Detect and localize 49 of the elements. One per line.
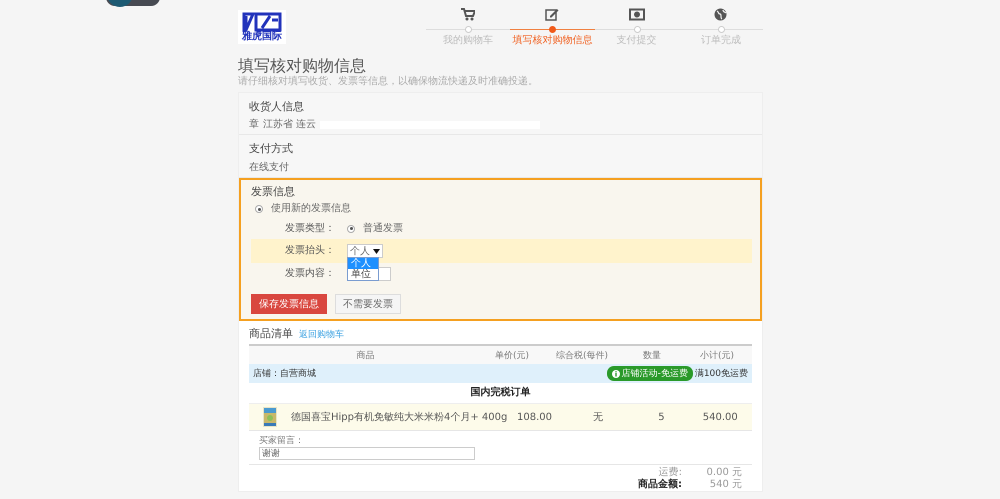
save-button[interactable]: 保存发票信息 bbox=[251, 294, 327, 314]
column-header: 小计(元) bbox=[698, 350, 736, 362]
radio-label: 普通发票 bbox=[363, 222, 403, 234]
table-cell-text: 108.00 bbox=[516, 412, 554, 422]
field-label: 发票内容： bbox=[285, 268, 336, 280]
globe-icon bbox=[714, 8, 728, 21]
cart-icon bbox=[461, 8, 476, 21]
banknote-icon bbox=[628, 8, 645, 21]
section-title: 商品清单 bbox=[249, 326, 293, 342]
column-header: 单价(元) bbox=[494, 350, 530, 362]
section-title: 发票信息 bbox=[251, 184, 296, 200]
product-name[interactable]: 德国喜宝Hipp有机免敏纯大米米粉4个月+ 400g bbox=[291, 410, 508, 424]
logo-mark-icon bbox=[242, 12, 282, 32]
column-header: 综合税(每件) bbox=[554, 350, 610, 362]
no-invoice-button[interactable]: 不需要发票 bbox=[335, 294, 401, 314]
field-label: 发票抬头： bbox=[285, 245, 336, 257]
total-label: 商品金额: bbox=[637, 479, 682, 491]
radio-label: 使用新的发票信息 bbox=[271, 203, 351, 215]
radio-button[interactable] bbox=[347, 224, 355, 232]
store-name: 店铺：自营商城 bbox=[253, 368, 316, 380]
back-to-cart-link[interactable]: 返回购物车 bbox=[299, 328, 344, 341]
caret-icon bbox=[373, 248, 380, 254]
receiver-address: 江苏省 连云 bbox=[263, 119, 316, 131]
page-title: 填写核对购物信息 bbox=[238, 56, 367, 76]
dropdown-option[interactable]: 单位 bbox=[348, 269, 378, 280]
step-label[interactable]: 填写核对购物信息 bbox=[512, 33, 592, 47]
edit-icon bbox=[545, 8, 560, 21]
section-title: 支付方式 bbox=[249, 141, 294, 157]
field-label: 买家留言： bbox=[259, 434, 305, 447]
page-subtitle: 请仔细核对填写收货、发票等信息，以确保物流快递及时准确投递。 bbox=[238, 76, 539, 88]
column-header: 商品 bbox=[356, 350, 376, 362]
table-cell-text: 5 bbox=[657, 412, 666, 422]
promo-badge: 店铺活动-免运费 bbox=[606, 366, 693, 381]
payment-method: 在线支付 bbox=[249, 162, 290, 174]
receiver-name: 章 bbox=[249, 119, 259, 131]
column-header: 数量 bbox=[642, 350, 662, 362]
table-cell-text: 无 bbox=[592, 411, 604, 424]
radio-button[interactable] bbox=[255, 205, 263, 213]
message-field[interactable]: 谢谢 bbox=[259, 447, 475, 460]
table-cell-text: 540.00 bbox=[702, 412, 739, 422]
dropdown-select[interactable]: 个人 bbox=[347, 244, 383, 258]
dropdown-option[interactable]: 个人 bbox=[348, 258, 378, 269]
promo-text: 满100免运费 bbox=[694, 368, 748, 380]
total-value: 540 元 bbox=[708, 479, 742, 491]
total-value: 0.00 元 bbox=[706, 467, 742, 479]
info-icon bbox=[612, 370, 620, 378]
section-title: 收货人信息 bbox=[249, 99, 305, 115]
field-label: 发票类型： bbox=[285, 222, 336, 234]
total-label: 运费: bbox=[658, 467, 682, 478]
